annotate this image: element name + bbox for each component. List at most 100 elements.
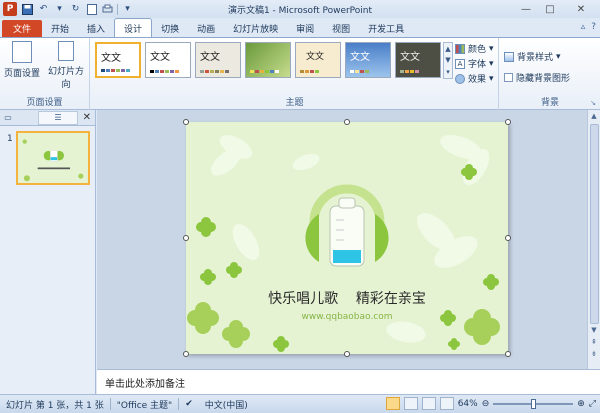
- resize-handle[interactable]: [505, 119, 511, 125]
- notes-pane[interactable]: 单击此处添加备注: [97, 369, 600, 394]
- colors-icon: [455, 43, 465, 54]
- resize-handle[interactable]: [505, 351, 511, 357]
- theme-swatches: [200, 70, 229, 73]
- theme-swatches: [101, 69, 130, 72]
- vertical-scrollbar[interactable]: ▲ ▼ ⇞ ⇟: [587, 110, 600, 369]
- zoom-level[interactable]: 64%: [458, 399, 478, 409]
- tab-design[interactable]: 设计: [114, 18, 153, 37]
- tab-file[interactable]: 文件: [2, 20, 43, 37]
- theme-office[interactable]: 文文: [95, 42, 141, 78]
- hide-background-checkbox[interactable]: [504, 73, 513, 82]
- resize-handle[interactable]: [344, 119, 350, 125]
- undo-icon[interactable]: ↶: [37, 3, 50, 16]
- reading-view-icon[interactable]: [421, 397, 436, 410]
- new-file-icon[interactable]: [85, 3, 98, 16]
- resize-handle[interactable]: [183, 235, 189, 241]
- scrollbar-thumb[interactable]: [589, 124, 599, 324]
- zoom-slider[interactable]: [493, 398, 574, 409]
- slide-sorter-view-icon[interactable]: [403, 397, 418, 410]
- zoom-in-icon[interactable]: ⊕: [577, 399, 585, 409]
- slide-indicator: 幻灯片 第 1 张，共 1 张: [6, 400, 104, 411]
- fit-to-window-icon[interactable]: ⤢: [589, 399, 596, 409]
- resize-handle[interactable]: [183, 351, 189, 357]
- qat-separator: [117, 3, 118, 15]
- background-styles-label: 背景样式: [517, 53, 554, 63]
- dropdown-arrow-icon: ▾: [556, 51, 561, 62]
- save-icon[interactable]: [21, 3, 34, 16]
- dropdown-arrow-icon: ▾: [489, 58, 494, 69]
- outline-tab-icon[interactable]: ☰: [38, 110, 78, 125]
- zoom-slider-knob[interactable]: [531, 398, 537, 409]
- colors-label: 颜色: [468, 45, 487, 55]
- hide-background-graphics[interactable]: 隐藏背景图形: [504, 71, 570, 84]
- customize-qat-icon[interactable]: ▾: [121, 3, 134, 16]
- theme-preview-text: 文文: [150, 52, 170, 63]
- theme-6[interactable]: 文文: [345, 42, 391, 78]
- ribbon-body: 页面设置 幻灯片方向 页面设置 文文 文文 文文 文文 文文 文文 ▲ ▼ ▾ …: [0, 37, 600, 110]
- close-icon[interactable]: ✕: [562, 0, 600, 18]
- theme-effects-button[interactable]: 效果 ▾: [455, 72, 494, 85]
- redo-icon[interactable]: ↻: [69, 3, 82, 16]
- status-bar: 幻灯片 第 1 张，共 1 张 "Office 主题" ✔ 中文(中国) 64%…: [0, 394, 600, 413]
- scroll-down-icon[interactable]: ▼: [445, 56, 450, 64]
- scroll-down-icon[interactable]: ▼: [591, 324, 596, 336]
- page-setup-button[interactable]: 页面设置: [3, 41, 41, 79]
- theme-4[interactable]: [245, 42, 291, 78]
- dialog-launcher-icon[interactable]: ↘: [590, 99, 596, 107]
- slide-title[interactable]: 快乐唱儿歌 精彩在亲宝: [186, 288, 508, 308]
- background-styles-icon: [504, 51, 514, 62]
- slide-url[interactable]: www.qqbaobao.com: [186, 312, 508, 322]
- theme-preview-text: 文文: [101, 53, 121, 64]
- resize-handle[interactable]: [344, 351, 350, 357]
- ribbon-tabs: 文件 开始 插入 设计 切换 动画 幻灯片放映 审阅 视图 开发工具 ▵ ?: [0, 18, 600, 37]
- gallery-more-icon[interactable]: ▾: [446, 68, 450, 76]
- maximize-icon[interactable]: □: [538, 0, 562, 18]
- normal-view-icon[interactable]: [385, 397, 400, 410]
- slideshow-view-icon[interactable]: [439, 397, 454, 410]
- theme-7[interactable]: 文文: [395, 42, 441, 78]
- help-icon[interactable]: ?: [591, 22, 596, 32]
- next-slide-icon[interactable]: ⇟: [591, 348, 597, 360]
- tab-insert[interactable]: 插入: [78, 20, 114, 37]
- resize-handle[interactable]: [183, 119, 189, 125]
- minimize-icon[interactable]: —: [514, 0, 538, 18]
- page-setup-group: 页面设置 幻灯片方向 页面设置: [0, 38, 90, 110]
- resize-handle[interactable]: [505, 235, 511, 241]
- slide-thumbnail[interactable]: [16, 131, 90, 185]
- tab-animations[interactable]: 动画: [188, 20, 224, 37]
- powerpoint-logo-icon[interactable]: P: [3, 2, 17, 16]
- page-setup-label: 页面设置: [3, 69, 40, 79]
- zoom-out-icon[interactable]: ⊖: [482, 399, 490, 409]
- previous-slide-icon[interactable]: ⇞: [591, 336, 597, 348]
- theme-3[interactable]: 文文: [195, 42, 241, 78]
- print-preview-icon[interactable]: [101, 3, 114, 16]
- tab-slideshow[interactable]: 幻灯片放映: [224, 20, 287, 37]
- effects-icon: [455, 73, 465, 84]
- tab-developer[interactable]: 开发工具: [359, 20, 413, 37]
- themes-group-label: 主题: [285, 98, 304, 108]
- scroll-up-icon[interactable]: ▲: [591, 110, 596, 122]
- title-bar: P ↶ ▾ ↻ ▾ 演示文稿1 - Microsoft PowerPoint —…: [0, 0, 600, 18]
- tab-view[interactable]: 视图: [323, 20, 359, 37]
- themes-gallery-scroll[interactable]: ▲ ▼ ▾: [443, 42, 453, 79]
- dropdown-arrow-icon[interactable]: ▾: [53, 3, 66, 16]
- pane-close-icon[interactable]: ✕: [83, 112, 91, 123]
- slides-tab-icon[interactable]: ▭: [0, 111, 16, 125]
- tab-review[interactable]: 审阅: [287, 20, 323, 37]
- theme-preview-text: 文文: [350, 52, 370, 63]
- theme-fonts-button[interactable]: A 字体 ▾: [455, 57, 494, 70]
- spell-check-icon[interactable]: ✔: [179, 399, 199, 409]
- language-indicator[interactable]: 中文(中国): [199, 398, 254, 411]
- tab-transitions[interactable]: 切换: [152, 20, 188, 37]
- slide-canvas[interactable]: 快乐唱儿歌 精彩在亲宝 www.qqbaobao.com: [186, 122, 508, 354]
- theme-5[interactable]: 文文: [295, 42, 341, 78]
- tab-home[interactable]: 开始: [42, 20, 78, 37]
- scroll-up-icon[interactable]: ▲: [445, 45, 450, 53]
- view-and-zoom-controls: 64% ⊖ ⊕ ⤢: [385, 397, 596, 410]
- theme-swatches: [150, 70, 179, 73]
- theme-2[interactable]: 文文: [145, 42, 191, 78]
- minimize-ribbon-icon[interactable]: ▵: [581, 22, 586, 32]
- theme-colors-button[interactable]: 颜色 ▾: [455, 42, 494, 55]
- slide-orientation-button[interactable]: 幻灯片方向: [44, 41, 88, 90]
- background-styles-button[interactable]: 背景样式 ▾: [504, 50, 561, 63]
